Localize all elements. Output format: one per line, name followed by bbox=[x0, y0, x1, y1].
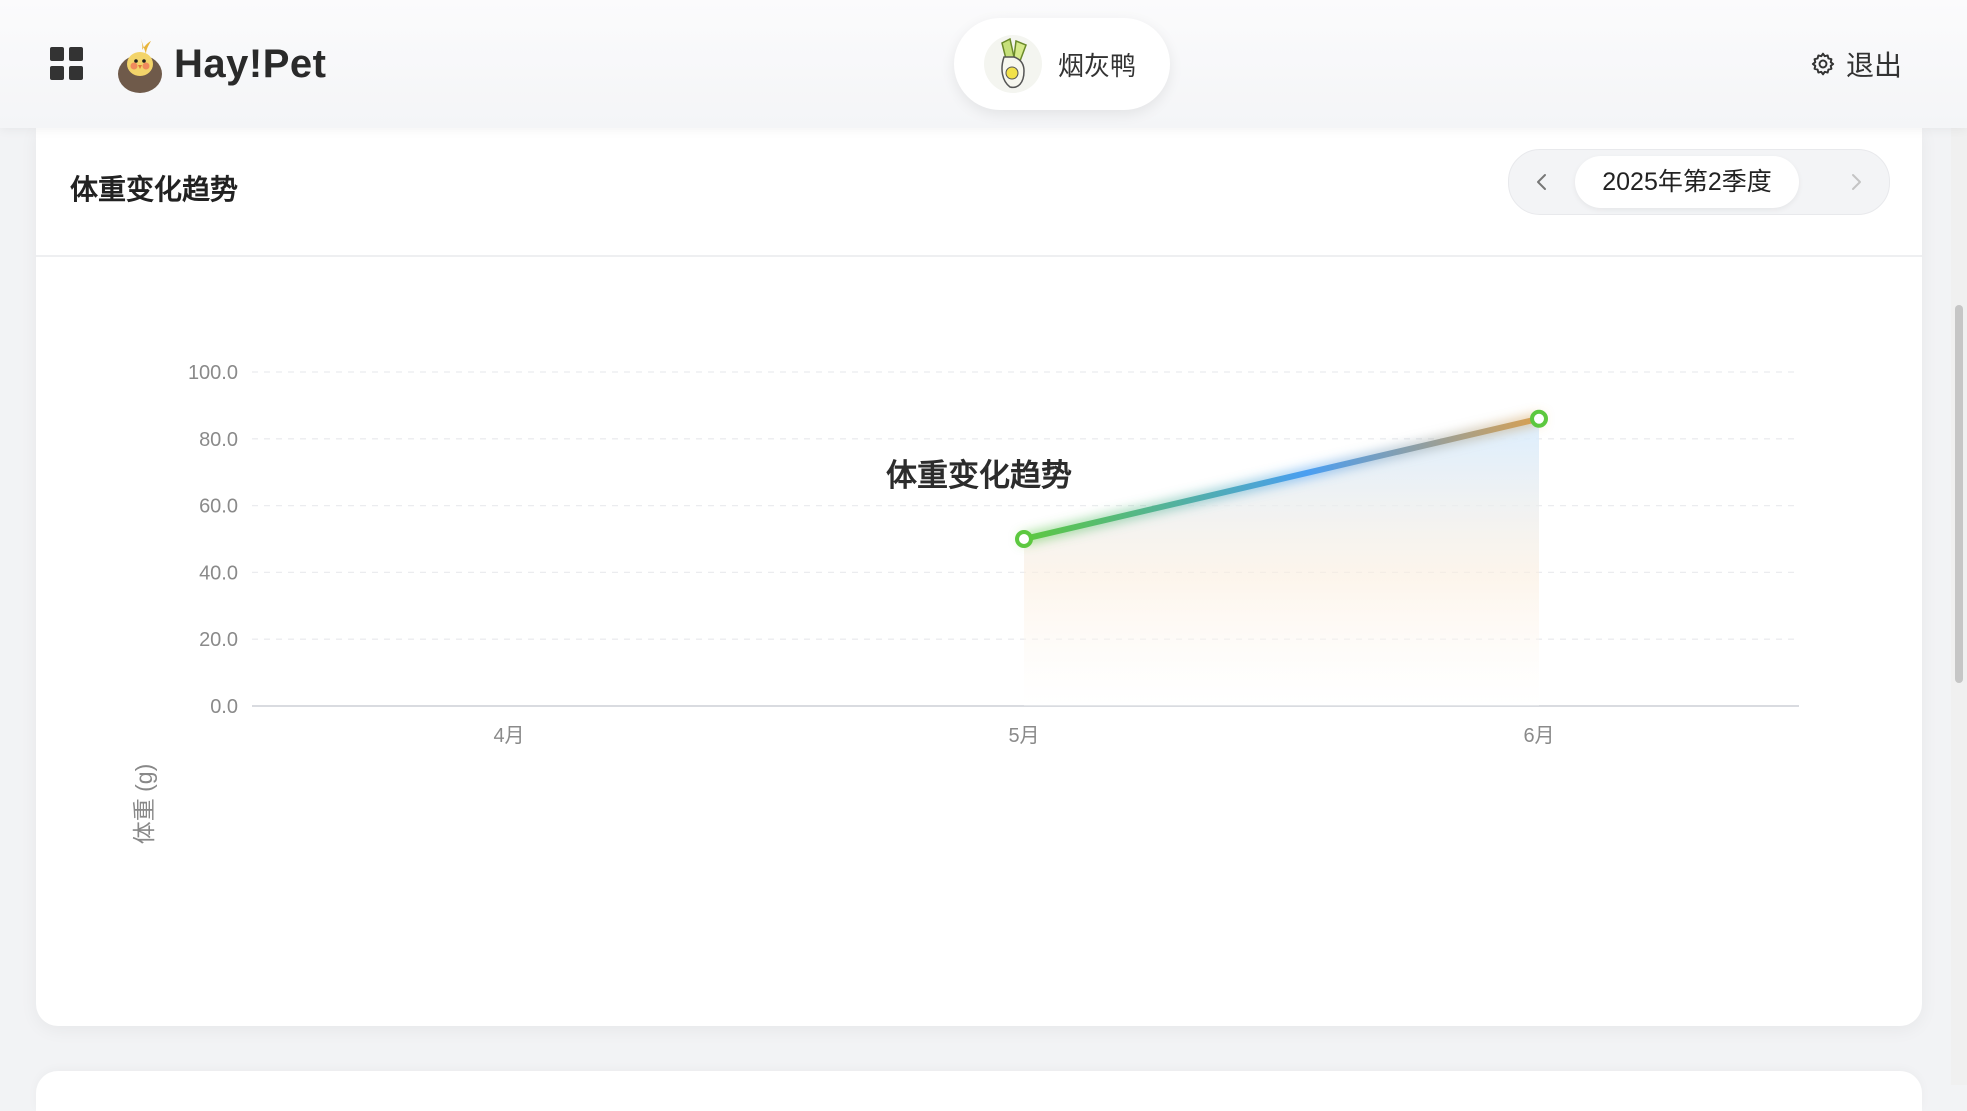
chevron-left-icon bbox=[1537, 174, 1546, 190]
y-tick-label: 80.0 bbox=[199, 429, 238, 451]
y-axis-label: 体重 (g) bbox=[131, 764, 157, 845]
app-name: Hay!Pet bbox=[174, 41, 327, 86]
x-tick-label: 6月 bbox=[1523, 725, 1554, 747]
data-point[interactable] bbox=[1530, 409, 1548, 428]
page-scrollbar[interactable] bbox=[1951, 0, 1967, 1085]
series-area bbox=[1024, 418, 1539, 706]
logout-button[interactable]: 退出 bbox=[1810, 46, 1902, 82]
period-selector: 2025年第2季度 bbox=[1508, 149, 1890, 215]
y-tick-label: 0.0 bbox=[210, 696, 238, 718]
weight-trend-card: 体重变化趋势 2025年第2季度 体重变化趋势 体重 (g) 4月 5月 6月 … bbox=[36, 128, 1922, 1026]
app-header: Hay!Pet 烟灰鸭 退出 bbox=[0, 0, 1967, 128]
chevron-right-icon bbox=[1852, 174, 1861, 190]
y-tick-label: 60.0 bbox=[199, 496, 238, 518]
y-tick-label: 20.0 bbox=[199, 629, 238, 651]
card-title: 体重变化趋势 bbox=[70, 174, 239, 205]
cockatiel-logo-icon bbox=[118, 36, 162, 93]
y-tick-label: 40.0 bbox=[199, 562, 238, 584]
weight-line-chart: 体重变化趋势 体重 (g) 4月 5月 6月 0.0 20.0 40.0 60.0 80.0… bbox=[131, 362, 1799, 845]
x-tick-label: 4月 bbox=[493, 725, 524, 747]
card-header: 体重变化趋势 2025年第2季度 bbox=[36, 128, 1922, 257]
gear-icon bbox=[1811, 52, 1835, 76]
logout-label: 退出 bbox=[1846, 50, 1903, 81]
app-logo[interactable]: Hay!Pet bbox=[116, 32, 326, 96]
y-tick-label: 100.0 bbox=[188, 362, 238, 384]
period-next-button[interactable] bbox=[1843, 168, 1869, 196]
grid-icon[interactable] bbox=[50, 47, 84, 81]
scrollbar-thumb[interactable] bbox=[1955, 305, 1963, 683]
chart-title: 体重变化趋势 bbox=[886, 458, 1072, 493]
pet-avatar-icon bbox=[984, 35, 1042, 93]
next-card bbox=[36, 1071, 1922, 1111]
x-tick-label: 5月 bbox=[1008, 725, 1039, 747]
pet-selector[interactable]: 烟灰鸭 bbox=[954, 18, 1170, 110]
period-prev-button[interactable] bbox=[1529, 168, 1555, 196]
pet-name: 烟灰鸭 bbox=[1058, 50, 1137, 81]
data-point[interactable] bbox=[1015, 530, 1033, 548]
period-label: 2025年第2季度 bbox=[1575, 156, 1799, 208]
